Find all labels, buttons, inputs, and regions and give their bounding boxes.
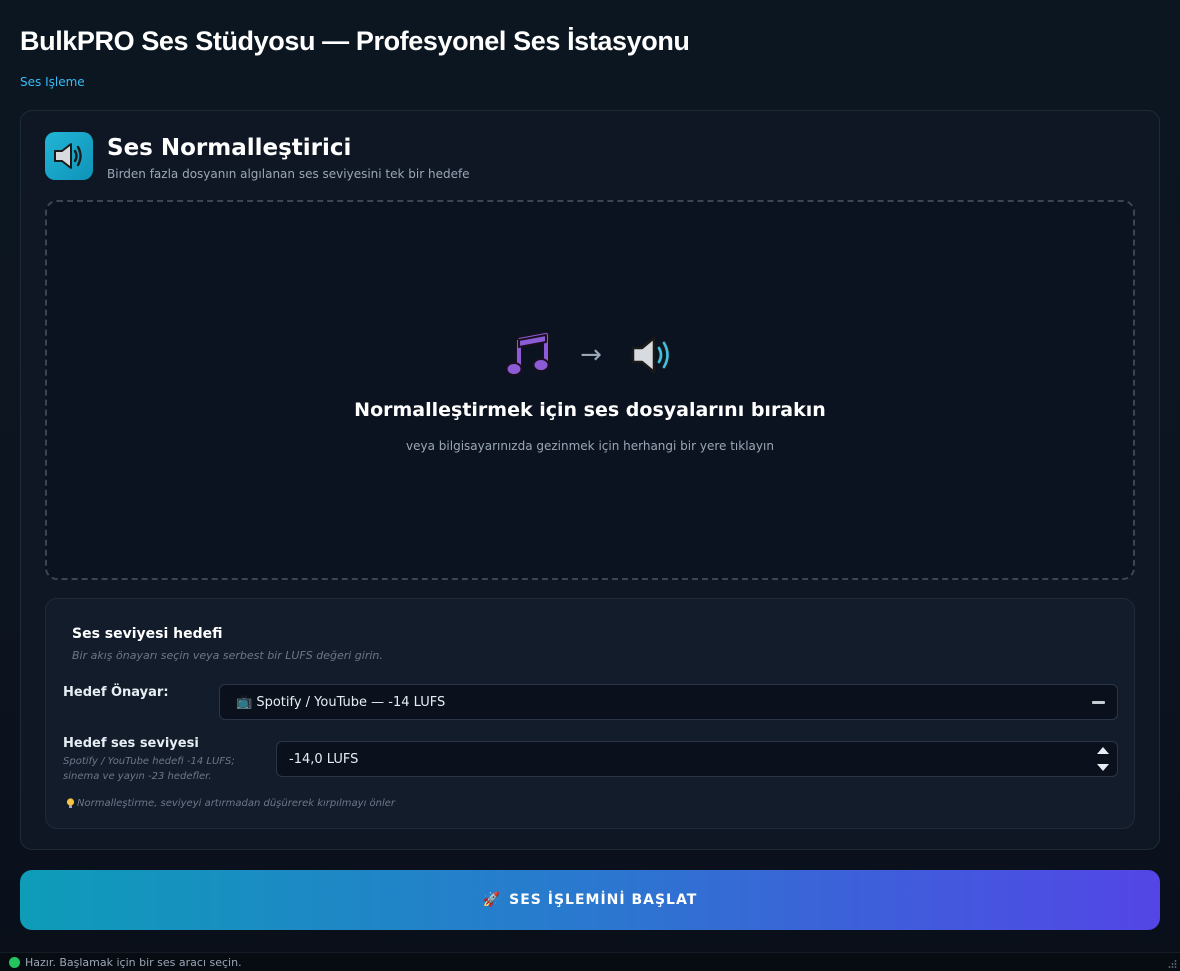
speaker-icon [631,336,670,374]
arrow-icon: → [580,340,602,370]
preset-select[interactable]: 📺 Spotify / YouTube — -14 LUFS [219,684,1118,720]
tool-icon-badge [45,132,93,180]
start-processing-button[interactable]: 🚀 SES İŞLEMİNİ BAŞLAT [20,870,1160,930]
target-level-help: Spotify / YouTube hedefi -14 LUFS; sinem… [63,756,235,782]
status-text: Hazır. Başlamak için bir ses aracı seçin… [25,955,242,969]
dropzone-icons: → [47,332,1133,378]
status-bar: Hazır. Başlamak için bir ses aracı seçin… [0,952,1180,971]
app-title: BulkPRO Ses Stüdyosu — Profesyonel Ses İ… [20,26,690,56]
rocket-icon: 🚀 [482,892,502,908]
file-dropzone[interactable]: → Normalleştirmek için ses dosyalarını b… [45,200,1135,580]
settings-subtitle: Bir akış önayarı seçin veya serbest bir … [72,649,383,662]
lightbulb-icon [66,798,75,808]
normalizer-card: Ses Normalleştirici Birden fazla dosyanı… [20,110,1160,850]
increment-icon[interactable] [1097,747,1109,754]
speaker-icon [54,143,82,169]
level-stepper[interactable] [1093,745,1113,773]
dropzone-title: Normalleştirmek için ses dosyalarını bır… [354,399,826,421]
tip-note: Normalleştirme, seviyeyi artırmadan düşü… [66,798,395,809]
tool-subtitle: Birden fazla dosyanın algılanan ses sevi… [107,167,470,181]
tip-text: Normalleştirme, seviyeyi artırmadan düşü… [77,798,396,809]
music-note-icon [505,332,550,376]
dropzone-subtitle: veya bilgisayarınızda gezinmek için herh… [406,439,774,453]
loudness-settings-panel: Ses seviyesi hedefi Bir akış önayarı seç… [45,598,1135,829]
tool-title: Ses Normalleştirici [107,135,352,161]
collapse-icon[interactable] [1092,701,1105,704]
breadcrumb[interactable]: Ses Işleme [20,75,85,89]
preset-selected-value: 📺 Spotify / YouTube — -14 LUFS [236,694,446,710]
target-level-label: Hedef ses seviyesi [63,736,199,751]
start-button-label: SES İŞLEMİNİ BAŞLAT [509,892,698,908]
settings-title: Ses seviyesi hedefi [72,626,223,642]
target-level-value: -14,0 LUFS [289,751,359,767]
target-level-input[interactable]: -14,0 LUFS [276,741,1118,777]
decrement-icon[interactable] [1097,764,1109,771]
resize-grip-icon[interactable] [1167,959,1177,969]
preset-label: Hedef Önayar: [63,685,169,700]
status-indicator [9,956,20,968]
